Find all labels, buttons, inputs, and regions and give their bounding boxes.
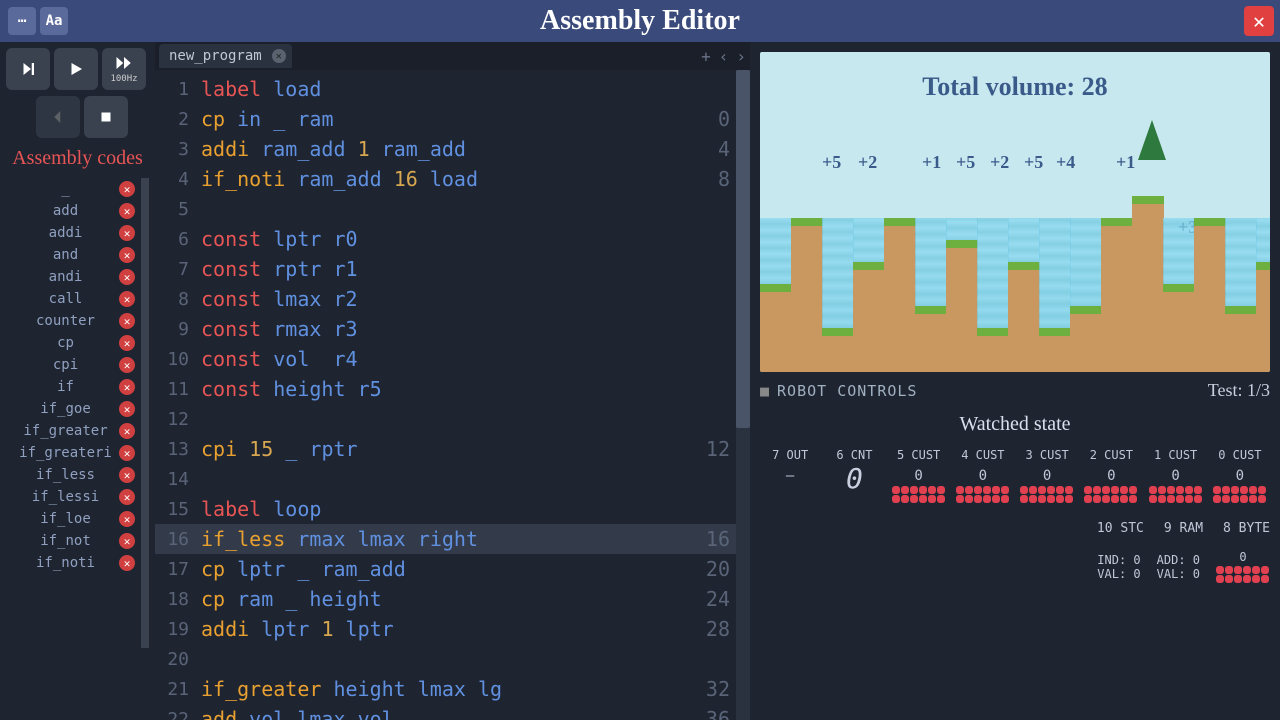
step-button[interactable]	[6, 48, 50, 90]
font-button[interactable]: Aa	[40, 7, 68, 35]
state-cell: 4 CUST0	[953, 448, 1013, 503]
code-line[interactable]: 11const height r5	[155, 374, 750, 404]
stop-button[interactable]	[84, 96, 128, 138]
info-cell: IND: 0VAL: 0	[1097, 553, 1140, 581]
state-cell: 0 CUST0	[1210, 448, 1270, 503]
delete-icon[interactable]: ✕	[119, 401, 135, 417]
tab-close-icon[interactable]: ✕	[272, 49, 286, 63]
delete-icon[interactable]: ✕	[119, 291, 135, 307]
info-cell: 0	[1216, 550, 1270, 583]
ram-header: 10 STC	[1097, 521, 1144, 536]
asm-code-item[interactable]: call✕	[6, 288, 141, 310]
game-visualization: Total volume: 28 +5 +2 +1 +5 +2 +5 +4 +1…	[760, 52, 1270, 372]
code-line[interactable]: 8const lmax r2	[155, 284, 750, 314]
asm-code-item[interactable]: and✕	[6, 244, 141, 266]
next-tab-icon[interactable]: ›	[736, 47, 746, 66]
delete-icon[interactable]: ✕	[119, 357, 135, 373]
delete-icon[interactable]: ✕	[119, 203, 135, 219]
asm-code-item[interactable]: if_less✕	[6, 464, 141, 486]
code-line[interactable]: 14	[155, 464, 750, 494]
code-line[interactable]: 1label load	[155, 74, 750, 104]
asm-code-item[interactable]: if_greateri✕	[6, 442, 141, 464]
ram-header: 8 BYTE	[1223, 521, 1270, 536]
state-cell: 7 OUT–	[760, 448, 820, 503]
fast-button[interactable]: 100Hz	[102, 48, 146, 90]
delete-icon[interactable]: ✕	[119, 225, 135, 241]
close-button[interactable]: ✕	[1244, 6, 1274, 36]
code-line[interactable]: 10const vol r4	[155, 344, 750, 374]
state-cell: 5 CUST0	[889, 448, 949, 503]
asm-code-item[interactable]: if_not✕	[6, 530, 141, 552]
code-line[interactable]: 5	[155, 194, 750, 224]
asm-code-item[interactable]: if_lessi✕	[6, 486, 141, 508]
delete-icon[interactable]: ✕	[119, 555, 135, 571]
code-line[interactable]: 17cp lptr _ ram_add20	[155, 554, 750, 584]
code-line[interactable]: 4if_noti ram_add 16 load8	[155, 164, 750, 194]
asm-code-item[interactable]: cpi✕	[6, 354, 141, 376]
code-line[interactable]: 19addi lptr 1 lptr28	[155, 614, 750, 644]
asm-code-item[interactable]: addi✕	[6, 222, 141, 244]
delete-icon[interactable]: ✕	[119, 423, 135, 439]
code-line[interactable]: 7const rptr r1	[155, 254, 750, 284]
code-line[interactable]: 6const lptr r0	[155, 224, 750, 254]
code-line[interactable]: 2cp in _ ram0	[155, 104, 750, 134]
asm-code-item[interactable]: if_noti✕	[6, 552, 141, 574]
asm-code-item[interactable]: if✕	[6, 376, 141, 398]
asm-code-item[interactable]: cp✕	[6, 332, 141, 354]
delete-icon[interactable]: ✕	[119, 511, 135, 527]
code-editor[interactable]: 1label load2cp in _ ram03addi ram_add 1 …	[155, 70, 750, 720]
code-line[interactable]: 22add vol lmax vol36	[155, 704, 750, 720]
delete-icon[interactable]: ✕	[119, 467, 135, 483]
scrollbar-thumb[interactable]	[736, 70, 750, 428]
robot-controls-label: ROBOT CONTROLS	[777, 382, 917, 400]
code-line[interactable]: 18cp ram _ height24	[155, 584, 750, 614]
asm-code-item[interactable]: _✕	[6, 178, 141, 200]
asm-code-item[interactable]: add✕	[6, 200, 141, 222]
new-tab-button[interactable]: +	[701, 47, 711, 66]
game-title: Total volume: 28	[760, 72, 1270, 102]
delete-icon[interactable]: ✕	[119, 247, 135, 263]
delete-icon[interactable]: ✕	[119, 269, 135, 285]
watched-state-title: Watched state	[760, 413, 1270, 436]
scrollbar[interactable]	[736, 70, 750, 720]
ram-header: 9 RAM	[1164, 521, 1203, 536]
state-cell: 1 CUST0	[1146, 448, 1206, 503]
code-line[interactable]: 3addi ram_add 1 ram_add4	[155, 134, 750, 164]
delete-icon[interactable]: ✕	[119, 379, 135, 395]
delete-icon[interactable]: ✕	[119, 533, 135, 549]
assembly-codes-title: Assembly codes	[6, 146, 149, 170]
asm-code-item[interactable]: counter✕	[6, 310, 141, 332]
delete-icon[interactable]: ✕	[119, 445, 135, 461]
code-line[interactable]: 21if_greater height lmax lg32	[155, 674, 750, 704]
asm-code-item[interactable]: if_loe✕	[6, 508, 141, 530]
play-button[interactable]	[54, 48, 98, 90]
delete-icon[interactable]: ✕	[119, 335, 135, 351]
test-counter: Test: 1/3	[1208, 380, 1270, 401]
delete-icon[interactable]: ✕	[119, 313, 135, 329]
prev-tab-icon[interactable]: ‹	[719, 47, 729, 66]
assembly-codes-list: _✕add✕addi✕and✕andi✕call✕counter✕cp✕cpi✕…	[6, 178, 149, 648]
code-line[interactable]: 9const rmax r3	[155, 314, 750, 344]
state-cell: 3 CUST0	[1017, 448, 1077, 503]
code-line[interactable]: 15label loop	[155, 494, 750, 524]
code-line[interactable]: 13cpi 15 _ rptr12	[155, 434, 750, 464]
delete-icon[interactable]: ✕	[119, 489, 135, 505]
info-cell: ADD: 0VAL: 0	[1157, 553, 1200, 581]
back-button[interactable]	[36, 96, 80, 138]
state-cell: 2 CUST0	[1081, 448, 1141, 503]
code-line[interactable]: 12	[155, 404, 750, 434]
code-line[interactable]: 16if_less rmax lmax right16	[155, 524, 750, 554]
stop-mini-icon[interactable]: ■	[760, 382, 769, 400]
menu-button[interactable]: ⋯	[8, 7, 36, 35]
asm-code-item[interactable]: if_goe✕	[6, 398, 141, 420]
delete-icon[interactable]: ✕	[119, 181, 135, 197]
asm-code-item[interactable]: andi✕	[6, 266, 141, 288]
code-line[interactable]: 20	[155, 644, 750, 674]
state-cell: 6 CNT0	[824, 448, 884, 503]
window-title: Assembly Editor	[540, 5, 740, 37]
asm-code-item[interactable]: if_greater✕	[6, 420, 141, 442]
tab-new-program[interactable]: new_program ✕	[159, 44, 292, 68]
